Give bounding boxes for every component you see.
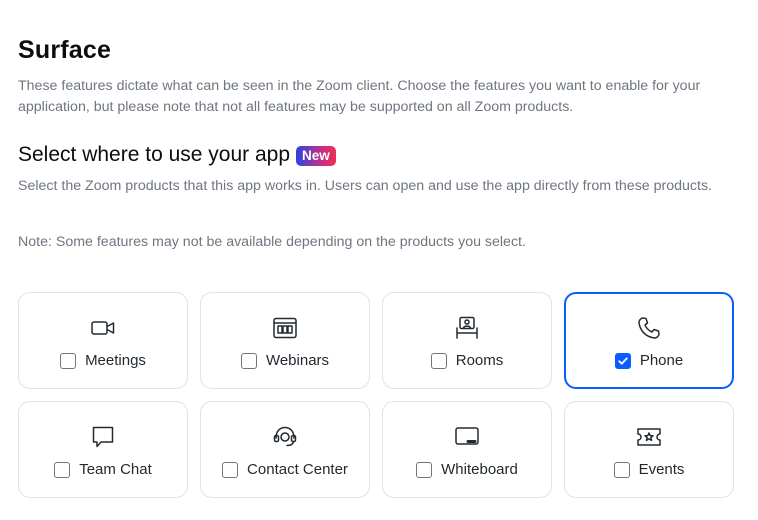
headset-icon [270, 422, 300, 452]
product-label-whiteboard: Whiteboard [441, 461, 518, 478]
phone-checkbox[interactable] [614, 352, 631, 369]
product-label-events: Events [638, 461, 685, 478]
section-description: These features dictate what can be seen … [18, 78, 701, 115]
chat-bubble-icon [88, 422, 118, 452]
select-note: Note: Some features may not be available… [18, 234, 526, 250]
whiteboard-checkbox[interactable] [416, 461, 433, 478]
product-label-webinars: Webinars [265, 352, 330, 369]
ticket-icon [634, 422, 664, 452]
new-badge: New [296, 145, 336, 166]
product-grid: Meetings Webinars Rooms Phone Team Chat … [18, 292, 734, 498]
product-label-contact-center: Contact Center [247, 461, 348, 478]
product-label-phone: Phone [639, 352, 684, 369]
select-description: Select the Zoom products that this app w… [18, 178, 712, 194]
rooms-checkbox[interactable] [430, 352, 447, 369]
product-card-meetings[interactable]: Meetings [18, 292, 188, 389]
webinar-icon [270, 313, 300, 343]
product-label-rooms: Rooms [455, 352, 504, 369]
webinars-checkbox[interactable] [240, 352, 257, 369]
whiteboard-icon [452, 422, 482, 452]
product-label-team-chat: Team Chat [79, 461, 152, 478]
product-label-meetings: Meetings [85, 352, 146, 369]
product-card-events[interactable]: Events [564, 401, 734, 498]
phone-icon [634, 313, 664, 343]
select-title: Select where to use your app [18, 143, 290, 166]
contact-center-checkbox[interactable] [222, 461, 239, 478]
select-heading-row: Select where to use your app New [18, 143, 336, 167]
product-card-team-chat[interactable]: Team Chat [18, 401, 188, 498]
checkmark-icon [618, 356, 628, 365]
events-checkbox[interactable] [613, 461, 630, 478]
product-card-whiteboard[interactable]: Whiteboard [382, 401, 552, 498]
meetings-checkbox[interactable] [60, 352, 77, 369]
section-title: Surface [18, 36, 112, 64]
rooms-icon [452, 313, 482, 343]
product-card-webinars[interactable]: Webinars [200, 292, 370, 389]
video-camera-icon [88, 313, 118, 343]
product-card-contact-center[interactable]: Contact Center [200, 401, 370, 498]
team-chat-checkbox[interactable] [54, 461, 71, 478]
product-card-phone[interactable]: Phone [564, 292, 734, 389]
product-card-rooms[interactable]: Rooms [382, 292, 552, 389]
